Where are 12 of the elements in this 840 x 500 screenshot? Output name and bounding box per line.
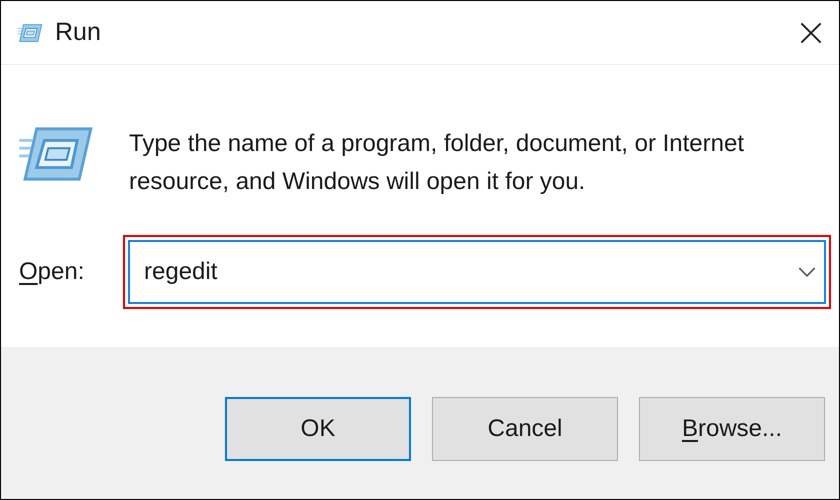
open-combo-box[interactable]: regedit — [128, 240, 826, 304]
instruction-text: Type the name of a program, folder, document, or Internet resource, and Windows will open it for you. — [129, 129, 746, 197]
dialog-button[interactable]: Cancel — [432, 397, 618, 461]
dialog-button[interactable]: Browse... — [639, 397, 825, 461]
window-title: Run — [55, 16, 101, 48]
open-value: regedit — [144, 257, 218, 287]
dialog-button[interactable]: OK — [225, 397, 411, 461]
open-label: Open: — [19, 257, 86, 287]
run-program-icon — [17, 125, 95, 183]
run-icon — [17, 22, 43, 42]
close-icon — [799, 20, 823, 44]
dropdown-chevron-icon — [798, 266, 816, 278]
